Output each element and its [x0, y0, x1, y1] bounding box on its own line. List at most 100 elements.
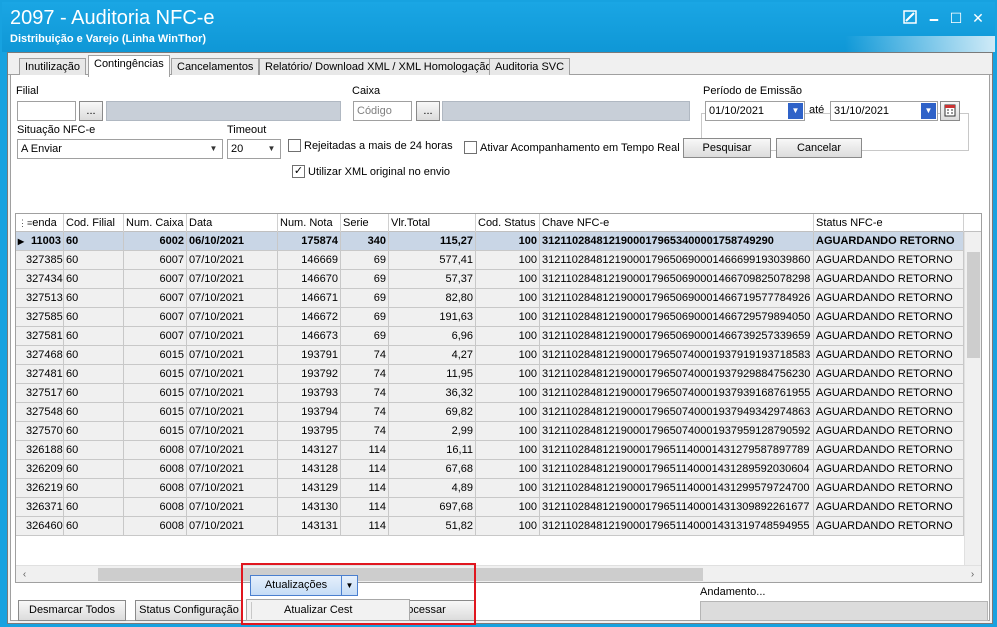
- column-header-loja[interactable]: ⋮≡enda: [16, 214, 64, 232]
- table-cell: 6008: [124, 460, 187, 479]
- tab-auditoria-svc[interactable]: Auditoria SVC: [489, 58, 571, 76]
- filial-input[interactable]: [17, 101, 76, 121]
- chevron-down-icon[interactable]: ▼: [342, 576, 357, 595]
- vertical-scrollbar-thumb[interactable]: [967, 252, 980, 358]
- nfce-grid[interactable]: ⋮≡enda Cod. Filial Num. Caixa Data Num. …: [15, 213, 982, 583]
- table-row[interactable]: 327468 60 6015 07/10/2021 193791 74 4,27 100 312…: [16, 346, 981, 365]
- column-header-cod-filial[interactable]: Cod. Filial: [64, 214, 124, 232]
- table-row[interactable]: 327570 60 6015 07/10/2021 193795 74 2,99 100 312…: [16, 422, 981, 441]
- table-cell: 3121102848121900017965114000143130989226…: [540, 498, 814, 517]
- timeout-select[interactable]: 20 ▼: [227, 139, 281, 159]
- table-cell: 143129: [278, 479, 341, 498]
- calendar-icon[interactable]: [940, 101, 960, 121]
- filial-search-button[interactable]: ...: [79, 101, 103, 121]
- cancelar-button[interactable]: Cancelar: [776, 138, 862, 158]
- table-cell: AGUARDANDO RETORNO: [814, 384, 964, 403]
- table-cell: 07/10/2021: [187, 308, 278, 327]
- vertical-scrollbar[interactable]: [964, 232, 981, 565]
- situacao-label: Situação NFC-e: [17, 124, 96, 136]
- table-cell: 60: [64, 270, 124, 289]
- table-row[interactable]: 326460 60 6008 07/10/2021 143131 114 51,82 100 3…: [16, 517, 981, 536]
- table-row[interactable]: 326371 60 6008 07/10/2021 143130 114 697,68 100…: [16, 498, 981, 517]
- table-cell: 07/10/2021: [187, 517, 278, 536]
- acompanhamento-checkbox[interactable]: [464, 141, 477, 154]
- table-cell: 6007: [124, 289, 187, 308]
- date-start-value: 01/10/2021: [709, 105, 765, 117]
- tab-relatorio-download-xml[interactable]: Relatório/ Download XML / XML Homologaçã…: [259, 58, 498, 76]
- table-cell: 114: [341, 517, 389, 536]
- chevron-down-icon[interactable]: ▼: [921, 103, 936, 119]
- atualizacoes-button[interactable]: Atualizações: [251, 576, 342, 595]
- table-cell: 193795: [278, 422, 341, 441]
- horizontal-scrollbar-thumb[interactable]: [98, 568, 703, 581]
- menu-item-atualizar-cest[interactable]: Atualizar Cest: [251, 602, 405, 619]
- table-row[interactable]: ▶ 11003 60 6002 06/10/2021 175874 340 115,27 100…: [16, 232, 981, 251]
- minimize-button[interactable]: 🗕: [926, 10, 942, 26]
- situacao-select[interactable]: A Enviar ▼: [17, 139, 223, 159]
- tab-inutilizacao[interactable]: Inutilização: [19, 58, 87, 76]
- table-cell: 3121102848121900017965074000193794934297…: [540, 403, 814, 422]
- column-header-status-nfce[interactable]: Status NFC-e: [814, 214, 964, 232]
- table-row[interactable]: 327581 60 6007 07/10/2021 146673 69 6,96 100 312…: [16, 327, 981, 346]
- table-row[interactable]: 327548 60 6015 07/10/2021 193794 74 69,82 100 31…: [16, 403, 981, 422]
- table-cell: 326188: [16, 441, 64, 460]
- table-row[interactable]: 327385 60 6007 07/10/2021 146669 69 577,41 100 3…: [16, 251, 981, 270]
- column-header-serie[interactable]: Serie: [341, 214, 389, 232]
- table-cell: 16,11: [389, 441, 476, 460]
- table-cell: 6,96: [389, 327, 476, 346]
- table-row[interactable]: 327513 60 6007 07/10/2021 146671 69 82,80 100 31…: [16, 289, 981, 308]
- table-cell: 60: [64, 232, 124, 251]
- table-row[interactable]: 327481 60 6015 07/10/2021 193792 74 11,95 100 31…: [16, 365, 981, 384]
- table-row[interactable]: 326188 60 6008 07/10/2021 143127 114 16,11 100 3…: [16, 441, 981, 460]
- restore-icon[interactable]: [902, 10, 918, 26]
- table-cell: AGUARDANDO RETORNO: [814, 422, 964, 441]
- table-cell: 6008: [124, 441, 187, 460]
- table-row[interactable]: 326209 60 6008 07/10/2021 143128 114 67,68 100 3…: [16, 460, 981, 479]
- status-configuracao-button[interactable]: Status Configuração: [135, 600, 243, 621]
- table-cell: 60: [64, 403, 124, 422]
- app-window: 2097 - Auditoria NFC-e Distribuição e Va…: [0, 0, 997, 627]
- column-header-data[interactable]: Data: [187, 214, 278, 232]
- caixa-search-button[interactable]: ...: [416, 101, 440, 121]
- chevron-down-icon[interactable]: ▼: [206, 141, 221, 157]
- utilizar-xml-checkbox[interactable]: ✓: [292, 165, 305, 178]
- column-header-chave-nfce[interactable]: Chave NFC-e: [540, 214, 814, 232]
- table-cell: 100: [476, 232, 540, 251]
- table-cell: 6008: [124, 498, 187, 517]
- table-cell: 146671: [278, 289, 341, 308]
- chevron-down-icon[interactable]: ▼: [788, 103, 803, 119]
- table-cell: 74: [341, 346, 389, 365]
- column-header-cod-status[interactable]: Cod. Status: [476, 214, 540, 232]
- table-cell: 327513: [16, 289, 64, 308]
- desmarcar-todos-button[interactable]: Desmarcar Todos: [18, 600, 126, 621]
- scroll-left-icon[interactable]: ‹: [16, 566, 33, 582]
- table-row[interactable]: 327434 60 6007 07/10/2021 146670 69 57,37 100 31…: [16, 270, 981, 289]
- chevron-down-icon[interactable]: ▼: [264, 141, 279, 157]
- caixa-input[interactable]: Código: [353, 101, 412, 121]
- horizontal-scrollbar[interactable]: ‹ ›: [16, 565, 981, 582]
- date-start-input[interactable]: 01/10/2021 ▼: [705, 101, 805, 121]
- table-cell: 67,68: [389, 460, 476, 479]
- table-cell: 07/10/2021: [187, 346, 278, 365]
- table-cell: 100: [476, 289, 540, 308]
- atualizacoes-split-button[interactable]: Atualizações ▼: [250, 575, 358, 596]
- table-cell: 11003: [16, 232, 64, 251]
- table-cell: 100: [476, 251, 540, 270]
- table-row[interactable]: 327517 60 6015 07/10/2021 193793 74 36,32 100 31…: [16, 384, 981, 403]
- column-header-num-caixa[interactable]: Num. Caixa: [124, 214, 187, 232]
- table-row[interactable]: 326219 60 6008 07/10/2021 143129 114 4,89 100 31…: [16, 479, 981, 498]
- pesquisar-button[interactable]: Pesquisar: [683, 138, 771, 158]
- tab-cancelamentos[interactable]: Cancelamentos: [171, 58, 260, 76]
- periodo-label: Período de Emissão: [701, 85, 805, 97]
- date-end-input[interactable]: 31/10/2021 ▼: [830, 101, 938, 121]
- table-row[interactable]: 327585 60 6007 07/10/2021 146672 69 191,63 100 3…: [16, 308, 981, 327]
- rejeitadas-checkbox[interactable]: [288, 139, 301, 152]
- column-header-vlr-total[interactable]: Vlr.Total: [389, 214, 476, 232]
- atualizacoes-dropdown-menu: Atualizar Cest: [246, 599, 410, 621]
- column-header-num-nota[interactable]: Num. Nota: [278, 214, 341, 232]
- table-cell: 07/10/2021: [187, 289, 278, 308]
- scroll-right-icon[interactable]: ›: [964, 566, 981, 582]
- tab-contingencias[interactable]: Contingências: [88, 55, 170, 77]
- close-button[interactable]: ✕: [970, 10, 986, 26]
- maximize-button[interactable]: ☐: [948, 10, 964, 26]
